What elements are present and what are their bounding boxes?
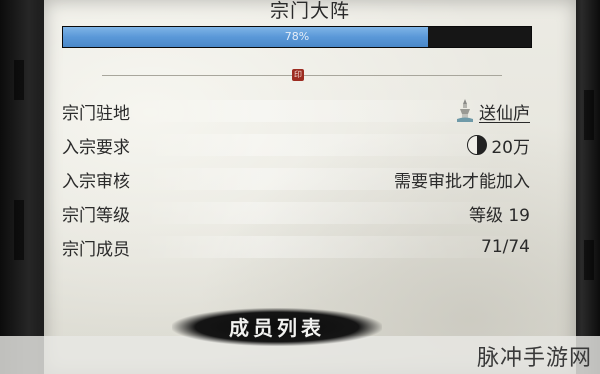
panel-title: 宗门大阵 [269, 0, 350, 22]
row-value: 需要审批才能加入 [394, 171, 530, 192]
row-label: 宗门成员 [62, 239, 130, 260]
row-sect-level: 宗门等级 等级 19 [62, 196, 530, 230]
row-sect-location: 宗门驻地 送仙庐 [62, 94, 530, 128]
row-value: 等级 19 [468, 205, 530, 226]
info-list: 宗门驻地 送仙庐 入宗要求 20万 入宗审核 需要审批才能加入 宗门等级 等级 … [62, 94, 530, 264]
row-value: 71/74 [481, 237, 530, 257]
progress-label: 78% [284, 30, 310, 43]
left-frame [0, 0, 48, 374]
right-frame [574, 0, 600, 374]
row-join-requirement: 入宗要求 20万 [62, 128, 530, 162]
row-value: 送仙庐 [479, 103, 530, 124]
watermark-text: 脉冲手游网 [476, 346, 592, 371]
member-list-label: 成员列表 [229, 316, 325, 340]
row-join-review: 入宗审核 需要审批才能加入 [62, 162, 530, 196]
row-label: 入宗审核 [62, 171, 130, 192]
row-sect-members: 宗门成员 71/74 [62, 230, 530, 264]
row-value: 20万 [491, 137, 530, 158]
formation-progress-bar: 78% [62, 26, 532, 48]
game-screen: 宗门大阵 78% 印 宗门驻地 送仙庐 入宗要求 20万 入宗审核 需要审批才能… [0, 0, 600, 374]
join-requirement-value: 20万 [467, 133, 530, 158]
taiji-icon [467, 135, 488, 155]
row-label: 宗门驻地 [62, 103, 130, 124]
member-list-button[interactable]: 成员列表 [172, 300, 382, 352]
sect-location-link[interactable]: 送仙庐 [455, 98, 530, 124]
tower-icon [457, 99, 473, 122]
seal-icon: 印 [292, 69, 304, 81]
row-label: 入宗要求 [62, 137, 130, 158]
row-label: 宗门等级 [62, 205, 130, 226]
